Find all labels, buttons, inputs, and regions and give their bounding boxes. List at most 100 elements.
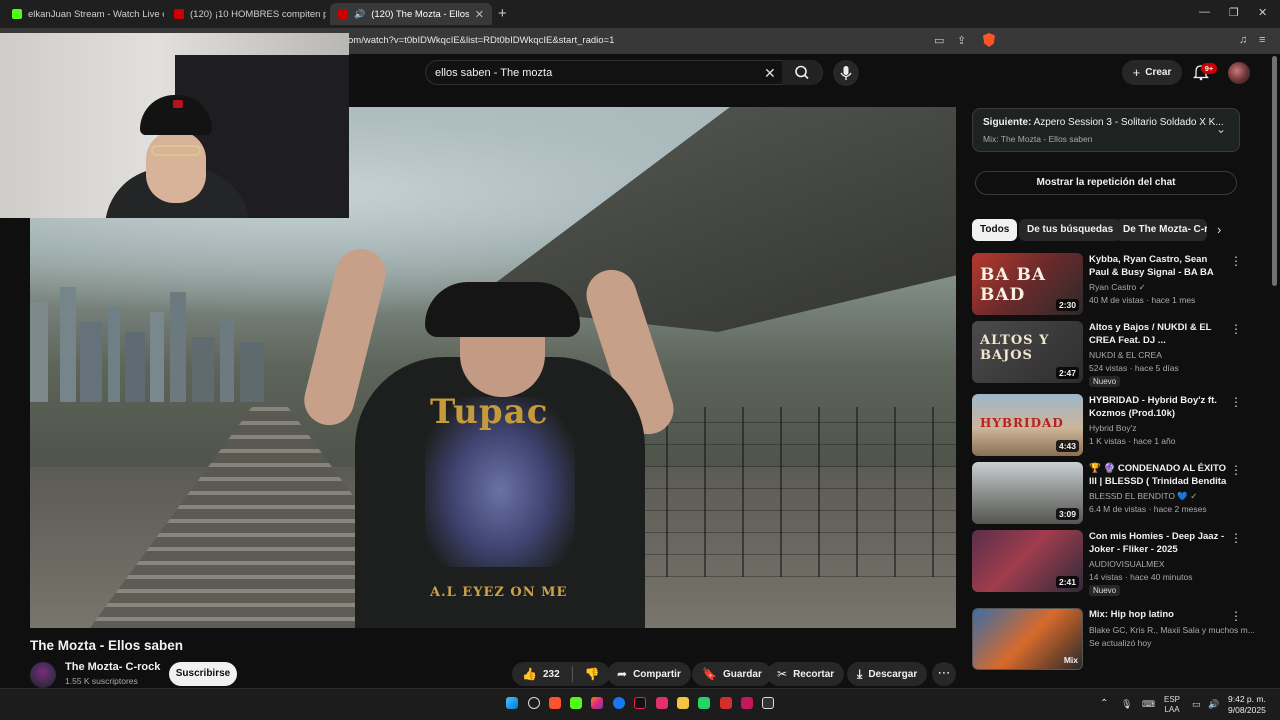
recommendation-title[interactable]: Con mis Homies - Deep Jaaz - Joker - Fli…: [1089, 530, 1229, 556]
recommendation-channel[interactable]: Hybrid Boy'z: [1089, 423, 1136, 433]
like-dislike-group: 👍 232 👎: [512, 662, 610, 686]
kebab-menu-icon[interactable]: ⋮: [1230, 463, 1242, 477]
close-window-icon[interactable]: ✕: [1258, 6, 1267, 19]
hat-logo-icon: [173, 100, 183, 108]
app-w-icon[interactable]: [720, 697, 732, 709]
chevron-right-icon[interactable]: ›: [1217, 222, 1221, 237]
whatsapp-icon[interactable]: [698, 697, 710, 709]
chevron-down-icon[interactable]: ⌄: [1216, 122, 1226, 136]
video-duration: 2:41: [1055, 576, 1079, 588]
kick-icon[interactable]: [570, 697, 582, 709]
close-tab-icon[interactable]: ✕: [475, 8, 484, 21]
menu-icon[interactable]: ≡: [1259, 34, 1265, 46]
chip-de-tus-busquedas[interactable]: De tus búsquedas: [1019, 219, 1122, 241]
app-pink-icon[interactable]: [741, 697, 753, 709]
like-count[interactable]: 232: [543, 669, 560, 680]
download-label: Descargar: [868, 668, 918, 680]
search-input[interactable]: ellos saben - The mozta: [435, 67, 552, 79]
media-icon[interactable]: ♫: [1239, 34, 1247, 46]
recommendation-title[interactable]: Altos y Bajos / NUKDI & EL CREA Feat. DJ…: [1089, 321, 1229, 347]
more-actions-icon[interactable]: ⋯: [932, 662, 956, 686]
up-next-mix: Mix: The Mozta - Ellos saben: [983, 134, 1093, 144]
thumbs-up-icon[interactable]: 👍: [522, 667, 537, 681]
restore-icon[interactable]: ❐: [1229, 6, 1239, 19]
network-icon[interactable]: ▭: [1192, 699, 1201, 709]
recommendation-item[interactable]: 3:09 🏆 🔮 CONDENADO AL ÉXITO lll | BLESSD…: [972, 462, 1242, 526]
video-thumbnail[interactable]: HYBRIDAD 4:43: [972, 394, 1083, 456]
thumbs-down-icon[interactable]: 👎: [585, 667, 600, 681]
voice-search-button[interactable]: [833, 60, 859, 86]
keyboard-icon[interactable]: ⌨: [1142, 699, 1155, 709]
kebab-menu-icon[interactable]: ⋮: [1230, 609, 1242, 623]
facebook-icon[interactable]: [613, 697, 625, 709]
recommendation-item[interactable]: ALTOS Y BAJOS 2:47 Altos y Bajos / NUKDI…: [972, 321, 1242, 387]
clear-search-icon[interactable]: ✕: [764, 65, 776, 82]
recommendation-meta: Se actualizó hoy: [1089, 638, 1152, 648]
save-button[interactable]: 🔖 Guardar: [692, 662, 772, 686]
search-taskbar-icon[interactable]: [528, 697, 540, 709]
windows-start-icon[interactable]: [506, 697, 518, 709]
page-scrollbar[interactable]: [1272, 56, 1277, 286]
chip-de-the-mozta[interactable]: De The Mozta- C-rock: [1115, 219, 1207, 241]
app-window-icon[interactable]: [762, 697, 774, 709]
subscribe-button[interactable]: Suscribirse: [169, 662, 237, 686]
recommendation-title[interactable]: 🏆 🔮 CONDENADO AL ÉXITO lll | BLESSD ( Tr…: [1089, 462, 1229, 488]
video-thumbnail[interactable]: 3:09: [972, 462, 1083, 524]
recommendation-channel[interactable]: NUKDI & EL CREA: [1089, 350, 1162, 360]
taskbar-clock[interactable]: 9:42 p. m. 9/08/2025: [1228, 694, 1266, 716]
up-next-panel[interactable]: Siguiente: Azpero Session 3 - Solitario …: [972, 108, 1240, 152]
recommendation-title[interactable]: Kybba, Ryan Castro, Sean Paul & Busy Sig…: [1089, 253, 1229, 279]
recommendation-item[interactable]: HYBRIDAD 4:43 HYBRIDAD - Hybrid Boy'z ft…: [972, 394, 1242, 458]
share-button[interactable]: ➦ Compartir: [607, 662, 691, 686]
download-button[interactable]: ⤓ Descargar: [847, 662, 928, 686]
kebab-menu-icon[interactable]: ⋮: [1230, 322, 1242, 336]
create-button[interactable]: + Crear: [1122, 60, 1182, 85]
account-avatar[interactable]: [1228, 62, 1250, 84]
microphone-tray-icon[interactable]: 🎙: [1121, 699, 1132, 709]
recommendation-item[interactable]: Mix Mix: Hip hop latino Blake GC, Kris R…: [972, 608, 1255, 672]
recommendation-item[interactable]: 2:41 Con mis Homies - Deep Jaaz - Joker …: [972, 530, 1242, 596]
tab-kick[interactable]: elkanJuan Stream - Watch Live on Ki: [4, 3, 164, 25]
url-field[interactable]: om/watch?v=t0bIDWkqcIE&list=RDt0bIDWkqcI…: [348, 35, 614, 46]
channel-avatar[interactable]: [30, 662, 56, 688]
brave-icon[interactable]: [549, 697, 561, 709]
file-explorer-icon[interactable]: [677, 697, 689, 709]
search-button[interactable]: [782, 60, 822, 85]
chat-replay-button[interactable]: Mostrar la repetición del chat: [975, 171, 1237, 195]
tray-chevron-icon[interactable]: ⌃: [1100, 699, 1108, 709]
recommendation-title[interactable]: HYBRIDAD - Hybrid Boy'z ft. Kozmos (Prod…: [1089, 394, 1229, 420]
mix-thumbnail[interactable]: Mix: [972, 608, 1083, 670]
share-label: Compartir: [633, 668, 681, 680]
recommendation-channel[interactable]: Ryan Castro ✓: [1089, 282, 1146, 293]
recommendation-item[interactable]: BA BA BAD 2:30 Kybba, Ryan Castro, Sean …: [972, 253, 1242, 317]
kebab-menu-icon[interactable]: ⋮: [1230, 254, 1242, 268]
performer-hat: [425, 282, 580, 337]
recommendation-channel: Blake GC, Kris R., Maxii Sala y muchos m…: [1089, 625, 1255, 635]
tab-youtube-hombres[interactable]: (120) ¡10 HOMBRES compiten por 1: [166, 3, 326, 25]
recommendation-channel[interactable]: BLESSD EL BENDITO 💙 ✓: [1089, 491, 1197, 502]
kebab-menu-icon[interactable]: ⋮: [1230, 531, 1242, 545]
search-box[interactable]: ellos saben - The mozta ✕: [425, 60, 823, 85]
cast-icon[interactable]: ▭: [934, 34, 944, 47]
video-thumbnail[interactable]: BA BA BAD 2:30: [972, 253, 1083, 315]
language-indicator[interactable]: ESP LAA: [1164, 695, 1180, 715]
share-icon[interactable]: ⇪: [957, 34, 966, 47]
kebab-menu-icon[interactable]: ⋮: [1230, 395, 1242, 409]
volume-icon[interactable]: 🔊: [1208, 699, 1219, 709]
tiktok-icon[interactable]: [634, 697, 646, 709]
chip-todos[interactable]: Todos: [972, 219, 1018, 241]
instagram-alt-icon[interactable]: [656, 697, 668, 709]
video-thumbnail[interactable]: 2:41: [972, 530, 1083, 592]
video-title: The Mozta - Ellos saben: [30, 638, 184, 653]
recommendation-channel[interactable]: AUDIOVISUALMEX: [1089, 559, 1165, 569]
new-tab-icon[interactable]: +: [498, 5, 507, 22]
video-thumbnail[interactable]: ALTOS Y BAJOS 2:47: [972, 321, 1083, 383]
up-next-title: Siguiente: Azpero Session 3 - Solitario …: [983, 117, 1224, 128]
minimize-icon[interactable]: —: [1199, 6, 1210, 18]
recommendation-title[interactable]: Mix: Hip hop latino: [1089, 608, 1229, 621]
clip-button[interactable]: ✂ Recortar: [767, 662, 845, 686]
tab-youtube-mozta[interactable]: 🔊 (120) The Mozta - Ellos saben ✕: [330, 3, 492, 25]
instagram-icon[interactable]: [591, 697, 603, 709]
youtube-favicon-icon: [338, 9, 348, 19]
channel-name[interactable]: The Mozta- C-rock: [65, 661, 160, 673]
